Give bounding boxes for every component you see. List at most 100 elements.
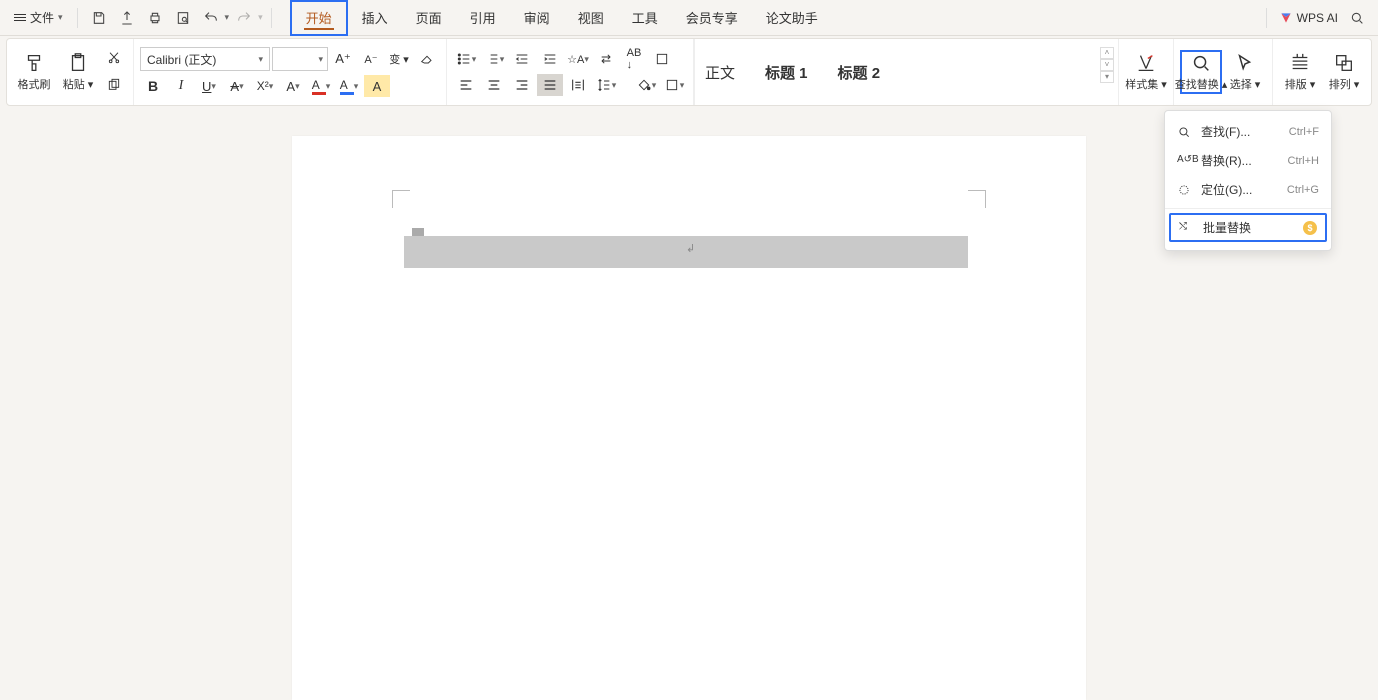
find-replace-button[interactable]: 查找替换 ▴ — [1180, 50, 1222, 94]
menubar: 文件 ▾ ▾ ▾ 开始 插入 页面 引用 审阅 视图 工具 会员专享 论文助手 … — [0, 0, 1378, 36]
layout-button[interactable]: 排版 ▾ — [1279, 52, 1321, 92]
copy-button[interactable] — [101, 75, 127, 97]
highlight-button[interactable]: A▾ — [336, 75, 362, 97]
select-label: 选择 ▾ — [1230, 76, 1261, 92]
tab-label: 插入 — [362, 8, 388, 27]
expand-icon[interactable]: ▾ — [1100, 71, 1114, 83]
text-effect-button[interactable]: A▾ — [280, 75, 306, 97]
export-icon[interactable] — [114, 5, 140, 31]
styles-button[interactable]: 样式集 ▾ — [1125, 52, 1167, 92]
line-spacing-button[interactable]: ▾ — [593, 74, 619, 96]
phonetic-button[interactable]: 变 ▾ — [386, 48, 412, 70]
decrease-indent-button[interactable] — [509, 48, 535, 70]
layout-icon — [1289, 52, 1311, 74]
text-selection — [404, 236, 968, 268]
select-button[interactable]: 选择 ▾ — [1224, 52, 1266, 92]
undo-icon[interactable] — [198, 5, 224, 31]
paste-icon — [67, 52, 89, 74]
align-right-button[interactable] — [509, 74, 535, 96]
bold-button[interactable]: B — [140, 75, 166, 97]
tab-review[interactable]: 审阅 — [510, 0, 564, 36]
style-normal[interactable]: 正文 — [705, 62, 735, 83]
dropdown-item-goto[interactable]: 定位(G)... Ctrl+G — [1165, 175, 1331, 204]
dropdown-item-find[interactable]: 查找(F)... Ctrl+F — [1165, 117, 1331, 146]
chevron-up-icon[interactable]: ˄ — [1100, 47, 1114, 59]
tab-reference[interactable]: 引用 — [456, 0, 510, 36]
dropdown-item-shortcut: Ctrl+F — [1289, 126, 1319, 138]
align-left-button[interactable] — [453, 74, 479, 96]
divider — [271, 8, 272, 28]
wps-ai-button[interactable]: WPS AI — [1279, 11, 1338, 25]
dropdown-item-replace[interactable]: A↺B 替换(R)... Ctrl+H — [1165, 146, 1331, 175]
tab-label: 审阅 — [524, 8, 550, 27]
superscript-button[interactable]: X²▾ — [252, 75, 278, 97]
hamburger-icon — [14, 14, 26, 21]
tab-label: 开始 — [306, 8, 332, 27]
outdent-icon — [514, 51, 530, 67]
search-icon — [1177, 125, 1191, 139]
format-painter-button[interactable]: 格式刷 — [13, 52, 55, 92]
bullets-button[interactable]: ▾ — [453, 48, 479, 70]
margin-corner-tr — [968, 190, 986, 208]
align-right-icon — [514, 77, 530, 93]
distribute-button[interactable] — [565, 74, 591, 96]
tab-thesis[interactable]: 论文助手 — [752, 0, 832, 36]
tab-tools[interactable]: 工具 — [618, 0, 672, 36]
increase-indent-button[interactable] — [537, 48, 563, 70]
tab-label: 页面 — [416, 8, 442, 27]
font-color-button[interactable]: A▾ — [308, 75, 334, 97]
search-icon[interactable] — [1344, 5, 1370, 31]
shrink-font-button[interactable]: A⁻ — [358, 48, 384, 70]
fill-color-button[interactable]: ▾ — [633, 74, 659, 96]
search-icon — [1190, 52, 1212, 74]
arrange-button[interactable]: 排列 ▾ — [1323, 52, 1365, 92]
tab-home[interactable]: 开始 — [290, 0, 348, 36]
chevron-down-icon[interactable]: ˅ — [1100, 59, 1114, 71]
redo-icon[interactable] — [231, 5, 257, 31]
redo-dropdown-icon[interactable]: ▾ — [258, 12, 263, 23]
ribbon: 格式刷 粘贴 ▾ Calibri (正文)▾ ▾ A⁺ A⁻ 变 ▾ B I U… — [6, 38, 1372, 106]
print-preview-icon[interactable] — [170, 5, 196, 31]
paste-button[interactable]: 粘贴 ▾ — [57, 52, 99, 92]
cut-button[interactable] — [101, 47, 127, 69]
tab-label: 论文助手 — [766, 8, 818, 27]
print-icon[interactable] — [142, 5, 168, 31]
style-heading2[interactable]: 标题 2 — [838, 62, 881, 83]
undo-dropdown-icon[interactable]: ▾ — [225, 12, 230, 23]
save-icon[interactable] — [86, 5, 112, 31]
tab-member[interactable]: 会员专享 — [672, 0, 752, 36]
gallery-scroll[interactable]: ˄˅▾ — [1100, 47, 1114, 83]
line-spacing-icon — [596, 77, 612, 93]
strikethrough-button[interactable]: A▾ — [224, 75, 250, 97]
style-heading1[interactable]: 标题 1 — [765, 62, 808, 83]
phonetic-icon: 变 ▾ — [389, 51, 409, 67]
layout-group: 排版 ▾ 排列 ▾ — [1272, 39, 1371, 105]
italic-button[interactable]: I — [168, 75, 194, 97]
highlight-icon: A — [340, 78, 354, 95]
tab-insert[interactable]: 插入 — [348, 0, 402, 36]
document-page[interactable] — [292, 136, 1086, 700]
shading-button[interactable]: A — [364, 75, 390, 97]
font-size-select[interactable]: ▾ — [272, 47, 328, 71]
file-menu-button[interactable]: 文件 ▾ — [8, 5, 69, 30]
underline-button[interactable]: U▾ — [196, 75, 222, 97]
font-name-select[interactable]: Calibri (正文)▾ — [140, 47, 270, 71]
borders-button[interactable]: ▾ — [661, 74, 687, 96]
dropdown-item-batch-replace[interactable]: ⤭ 批量替换 $ — [1169, 213, 1327, 242]
numbering-button[interactable]: ▾ — [481, 48, 507, 70]
align-justify-button[interactable] — [537, 74, 563, 96]
cut-icon — [106, 50, 122, 66]
tab-stops-button[interactable]: AB↓ — [621, 48, 647, 70]
dropdown-item-label: 批量替换 — [1203, 219, 1293, 236]
char-scale-icon: ☆A — [567, 53, 584, 66]
tab-page[interactable]: 页面 — [402, 0, 456, 36]
char-scale-button[interactable]: ☆A▾ — [565, 48, 591, 70]
ribbon-tabs: 开始 插入 页面 引用 审阅 视图 工具 会员专享 论文助手 — [290, 0, 832, 36]
clear-format-button[interactable] — [414, 48, 440, 70]
grow-font-button[interactable]: A⁺ — [330, 48, 356, 70]
sort-button[interactable]: ⇄ — [593, 48, 619, 70]
tab-view[interactable]: 视图 — [564, 0, 618, 36]
show-marks-button[interactable] — [649, 48, 675, 70]
copy-icon — [106, 78, 122, 94]
align-center-button[interactable] — [481, 74, 507, 96]
